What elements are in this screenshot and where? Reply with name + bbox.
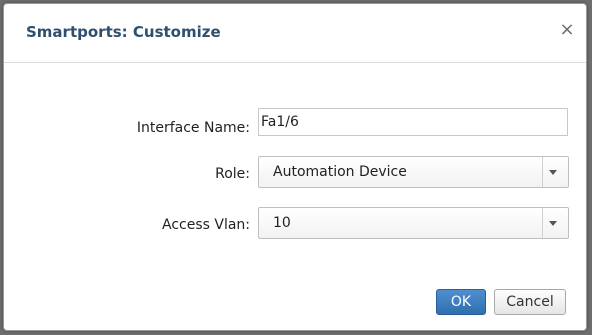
customize-dialog: Smartports: Customize × Interface Name: … (3, 3, 587, 331)
access-vlan-select-divider (542, 208, 543, 238)
access-vlan-select[interactable]: 10 (258, 207, 569, 239)
role-select-divider (542, 157, 543, 187)
interface-name-field[interactable] (258, 108, 568, 136)
access-vlan-selected-value: 10 (273, 215, 291, 231)
close-icon[interactable]: × (558, 20, 576, 40)
chevron-down-icon (549, 170, 557, 175)
dialog-title: Smartports: Customize (26, 23, 221, 41)
interface-name-label: Interface Name: (136, 120, 250, 136)
access-vlan-label: Access Vlan: (161, 217, 250, 233)
chevron-down-icon (549, 221, 557, 226)
ok-button[interactable]: OK (436, 289, 486, 315)
dialog-header: Smartports: Customize × (4, 4, 586, 63)
role-select[interactable]: Automation Device (258, 156, 569, 188)
role-selected-value: Automation Device (273, 164, 407, 180)
role-label: Role: (215, 166, 250, 182)
cancel-button[interactable]: Cancel (494, 289, 566, 315)
